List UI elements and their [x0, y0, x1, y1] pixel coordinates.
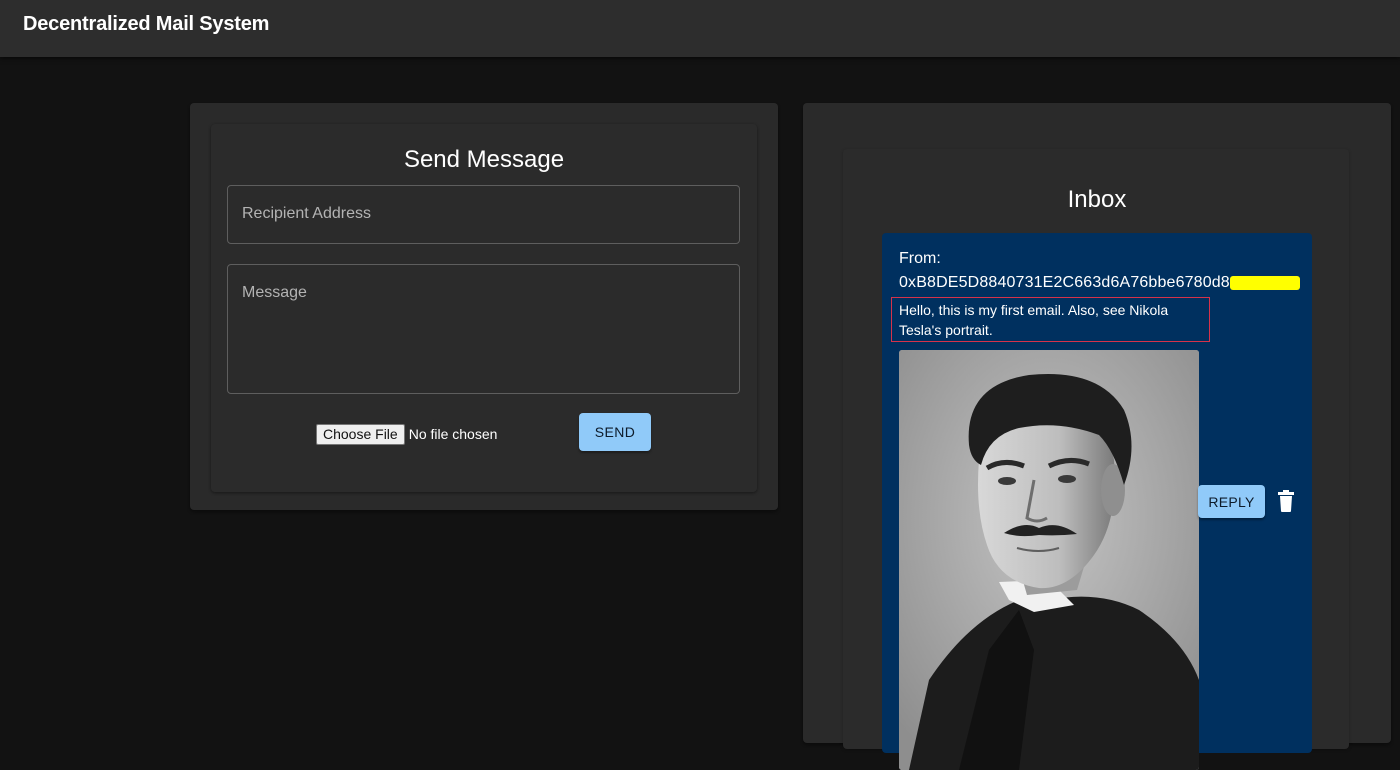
choose-file-button[interactable]: Choose File: [316, 423, 405, 445]
message-placeholder: Message: [242, 284, 307, 301]
send-button[interactable]: SEND: [579, 413, 651, 451]
message-textarea[interactable]: Message: [227, 264, 740, 394]
inbox-title: Inbox: [1067, 186, 1127, 213]
portrait-image: [899, 350, 1199, 770]
email-card: From: 0xB8DE5D8840731E2C663d6A76bbe6780d…: [882, 233, 1312, 770]
redaction-highlight: [1230, 276, 1300, 290]
app-bar: Decentralized Mail System: [0, 0, 1400, 57]
email-message-text: Hello, this is my first email. Also, see…: [899, 302, 1169, 338]
recipient-address-placeholder: Recipient Address: [242, 205, 371, 222]
app-title: Decentralized Mail System: [23, 13, 270, 35]
trash-icon[interactable]: [1278, 490, 1294, 512]
send-message-card: Send Message Recipient Address Message C…: [211, 124, 757, 492]
reply-button[interactable]: REPLY: [1198, 485, 1265, 518]
portrait-illustration: [899, 350, 1199, 770]
message-highlight-box: Hello, this is my first email. Also, see…: [891, 297, 1210, 342]
inbox-panel: Inbox From: 0xB8DE5D8840731E2C663d6A76bb…: [803, 103, 1391, 770]
from-label: From:: [899, 250, 941, 267]
send-message-title: Send Message: [403, 146, 565, 173]
sender-address: 0xB8DE5D8840731E2C663d6A76bbe6780d8: [899, 274, 1229, 291]
send-panel: Send Message Recipient Address Message C…: [190, 103, 778, 510]
file-status-text: No file chosen: [408, 426, 498, 442]
recipient-address-input[interactable]: Recipient Address: [227, 185, 740, 244]
file-input: Choose File No file chosen: [316, 423, 497, 445]
